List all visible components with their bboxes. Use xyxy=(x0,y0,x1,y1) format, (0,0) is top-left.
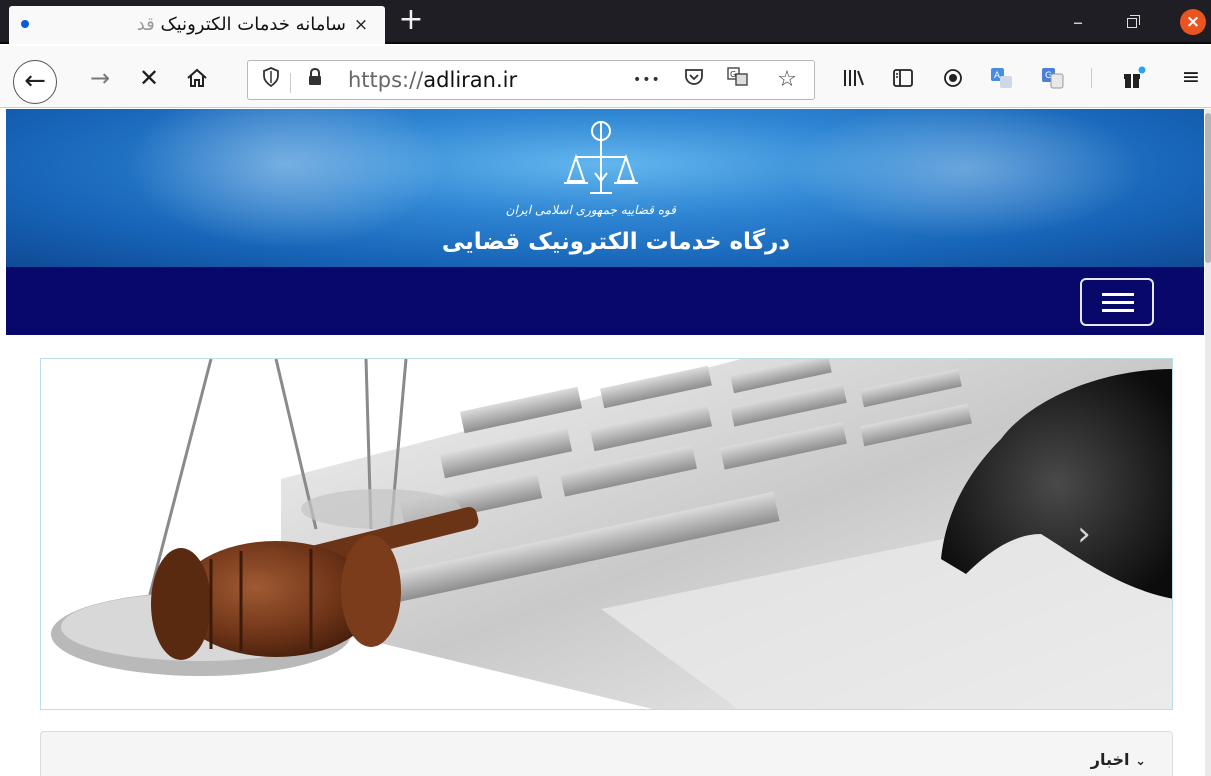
account-icon[interactable] xyxy=(937,62,969,94)
tab-strip: سامانه خدمات الکترونیک قد × + – × xyxy=(0,0,1211,44)
carousel-image-gavel-keyboard xyxy=(41,359,1172,709)
navigation-toolbar: ← → ✕ https://adliran.ir ••• G ☆ A G ≡ xyxy=(0,46,1211,108)
web-page: قوه قضاییه جمهوری اسلامی ایران درگاه خدم… xyxy=(6,109,1204,776)
library-icon[interactable] xyxy=(838,62,870,94)
home-button[interactable] xyxy=(181,62,213,94)
loading-dot-icon xyxy=(21,20,29,28)
svg-text:A: A xyxy=(994,71,1001,81)
back-button[interactable]: ← xyxy=(13,60,57,104)
url-text[interactable]: https://adliran.ir xyxy=(348,68,517,92)
shield-icon[interactable] xyxy=(258,67,284,93)
tab-title: سامانه خدمات الکترونیک قد xyxy=(31,14,346,35)
toolbar-separator xyxy=(1091,68,1092,88)
translate-extension-icon[interactable]: A xyxy=(986,62,1018,94)
url-scheme: https:// xyxy=(348,68,424,92)
forward-button[interactable]: → xyxy=(84,62,116,94)
google-translate-icon[interactable]: G xyxy=(1037,62,1069,94)
svg-text:G: G xyxy=(730,70,736,79)
page-actions-menu[interactable]: ••• xyxy=(633,67,660,93)
tab-title-text: سامانه خدمات الکترونیک xyxy=(160,14,346,35)
bookmark-star-icon[interactable]: ☆ xyxy=(774,67,800,93)
news-panel: ⌄ اخبار xyxy=(40,731,1173,776)
header-banner: قوه قضاییه جمهوری اسلامی ایران درگاه خدم… xyxy=(6,109,1204,267)
portal-title: درگاه خدمات الکترونیک قضایی xyxy=(441,229,791,255)
urlbar-separator xyxy=(290,73,291,93)
site-navbar xyxy=(6,267,1204,335)
translate-icon[interactable]: G xyxy=(725,67,751,93)
window-minimize-button[interactable]: – xyxy=(1066,10,1090,34)
judiciary-tagline: قوه قضاییه جمهوری اسلامی ایران xyxy=(505,203,676,217)
pocket-icon[interactable] xyxy=(681,67,707,93)
carousel-next-button[interactable]: › xyxy=(1069,517,1099,551)
window-close-button[interactable]: × xyxy=(1180,9,1206,35)
window-restore-button[interactable] xyxy=(1122,10,1146,34)
judiciary-scales-emblem-icon xyxy=(564,121,638,194)
scrollbar-thumb[interactable] xyxy=(1205,113,1211,263)
hamburger-menu-icon[interactable]: ≡ xyxy=(1175,62,1207,94)
page-scrollbar[interactable] xyxy=(1205,109,1211,776)
news-panel-header[interactable]: ⌄ اخبار xyxy=(1091,750,1146,769)
sidebar-icon[interactable] xyxy=(887,62,919,94)
lock-icon[interactable] xyxy=(302,67,328,93)
stop-button[interactable]: ✕ xyxy=(133,62,165,94)
menu-toggle-button[interactable] xyxy=(1080,278,1154,326)
new-tab-button[interactable]: + xyxy=(396,5,426,36)
image-carousel[interactable]: ‹ › xyxy=(40,358,1173,710)
carousel-prev-button[interactable]: ‹ xyxy=(119,517,149,551)
extension-gift-icon[interactable] xyxy=(1118,62,1150,94)
news-title: اخبار xyxy=(1090,750,1130,769)
browser-tab[interactable]: سامانه خدمات الکترونیک قد × xyxy=(9,6,385,44)
tab-close-button[interactable]: × xyxy=(351,15,371,35)
url-bar[interactable]: https://adliran.ir ••• G ☆ xyxy=(247,60,815,100)
chevron-down-icon: ⌄ xyxy=(1135,754,1146,769)
url-host: adliran.ir xyxy=(423,68,518,92)
home-icon xyxy=(187,68,207,87)
tab-title-fade: قد xyxy=(136,14,155,35)
